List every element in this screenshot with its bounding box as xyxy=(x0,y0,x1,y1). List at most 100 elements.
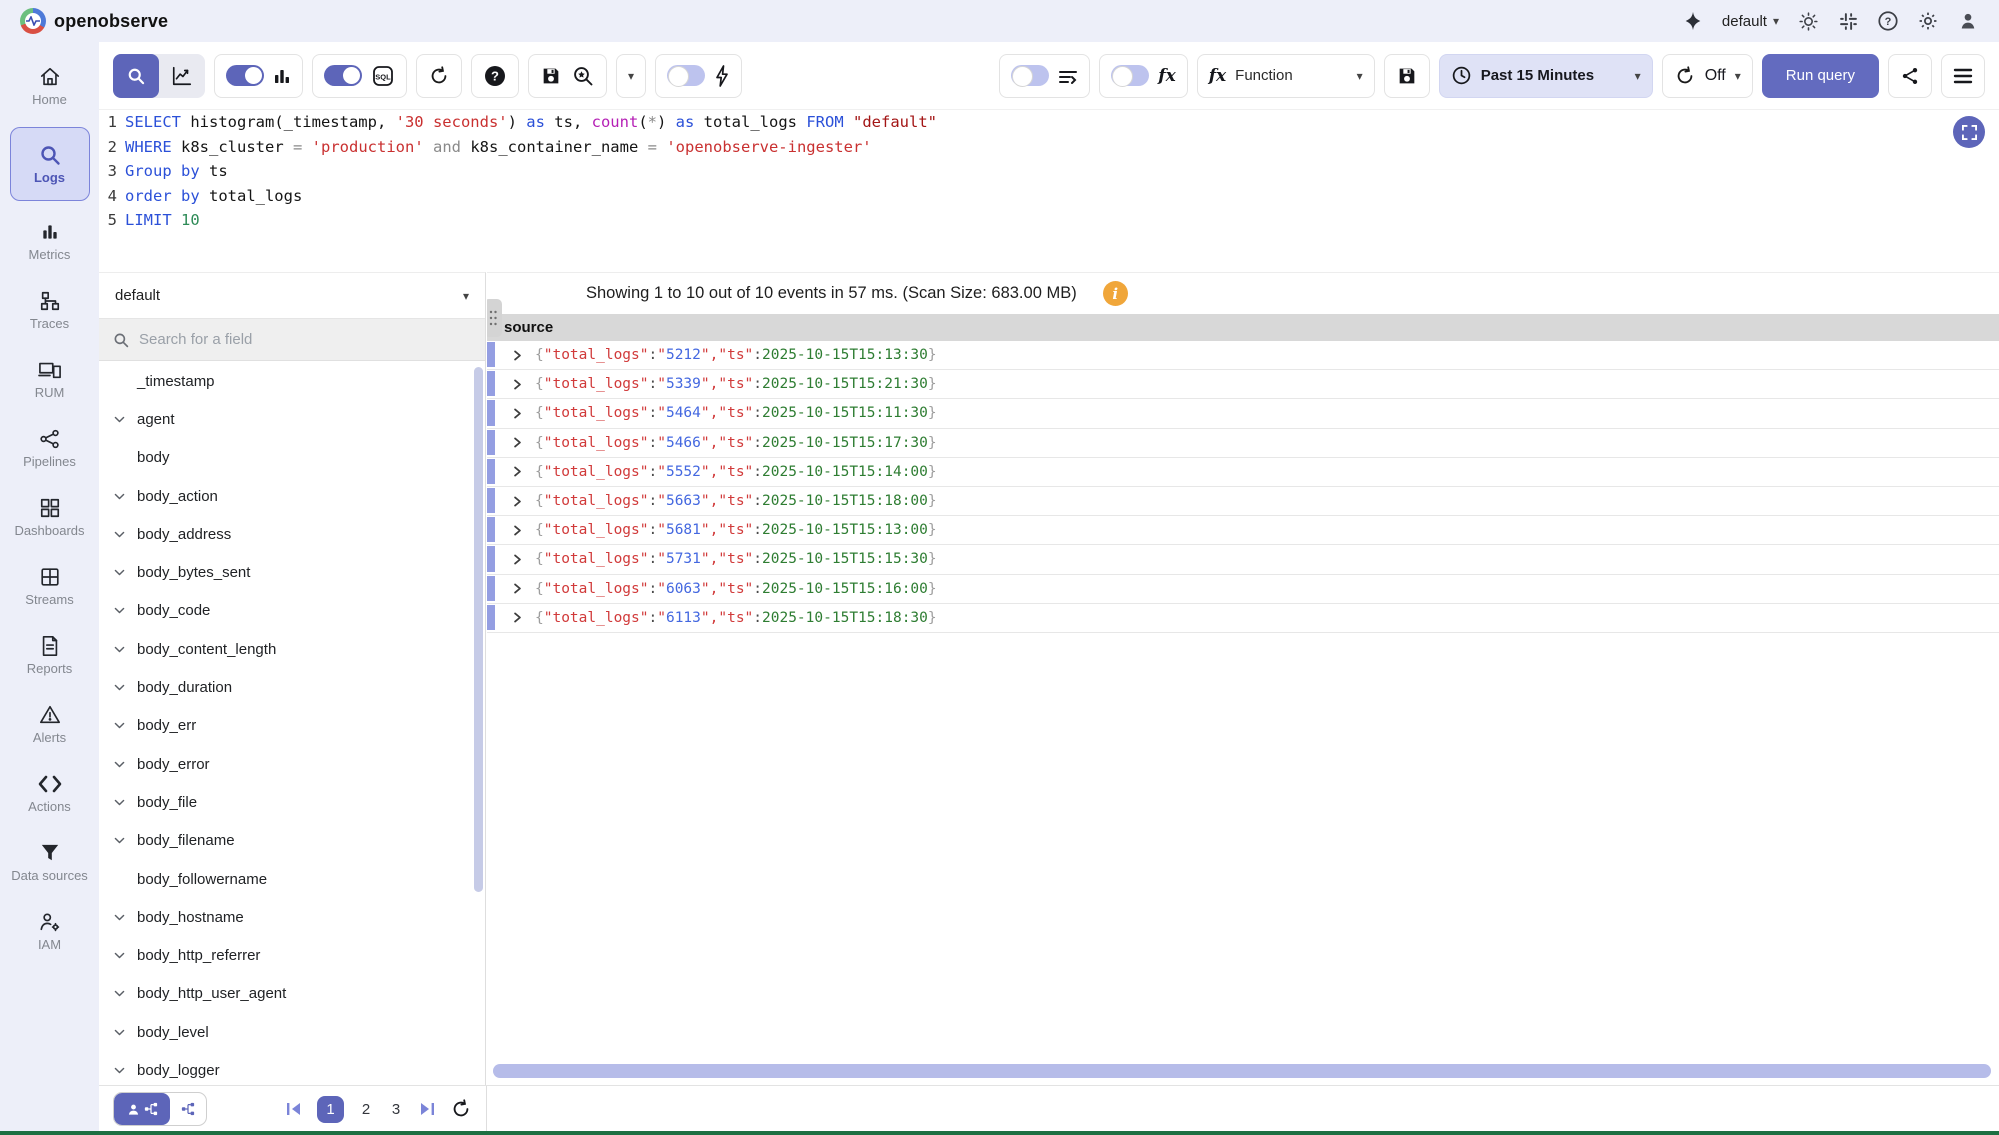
visualize-mode-button[interactable] xyxy=(159,54,205,98)
field-search-input[interactable] xyxy=(139,331,439,348)
sidebar-item-actions[interactable]: Actions xyxy=(3,759,97,828)
expand-row-icon[interactable] xyxy=(512,407,523,420)
field-item-body_err[interactable]: body_err xyxy=(99,707,485,745)
sidebar-item-dashboards[interactable]: Dashboards xyxy=(3,483,97,552)
page-button-2[interactable]: 2 xyxy=(358,1101,374,1118)
ai-sparkle-icon[interactable] xyxy=(1682,10,1704,32)
sidebar-item-pipelines[interactable]: Pipelines xyxy=(3,414,97,483)
query-help-button[interactable]: ? xyxy=(471,54,519,98)
table-row[interactable]: {"total_logs":"5339","ts":2025-10-15T15:… xyxy=(487,370,1999,399)
save-function-button[interactable] xyxy=(1384,54,1430,98)
field-item-body_followername[interactable]: body_followername xyxy=(99,860,485,898)
field-item-body[interactable]: body xyxy=(99,439,485,477)
saved-searches-button[interactable] xyxy=(528,54,607,98)
share-button[interactable] xyxy=(1888,54,1932,98)
sidebar-item-home[interactable]: Home xyxy=(3,52,97,121)
auto-refresh-select[interactable]: Off ▾ xyxy=(1662,54,1753,98)
expand-row-icon[interactable] xyxy=(512,611,523,624)
transform-toggle[interactable] xyxy=(1111,65,1149,86)
field-item-body_code[interactable]: body_code xyxy=(99,592,485,630)
refresh-results-button[interactable] xyxy=(450,1098,472,1120)
table-row[interactable]: {"total_logs":"6113","ts":2025-10-15T15:… xyxy=(487,604,1999,633)
reset-filters-button[interactable] xyxy=(416,54,462,98)
last-page-button[interactable] xyxy=(418,1101,436,1117)
table-row[interactable]: {"total_logs":"5212","ts":2025-10-15T15:… xyxy=(487,341,1999,370)
function-select[interactable]: fx Function ▾ xyxy=(1197,54,1375,98)
table-row[interactable]: {"total_logs":"5663","ts":2025-10-15T15:… xyxy=(487,487,1999,516)
field-item-body_action[interactable]: body_action xyxy=(99,477,485,515)
column-drag-handle[interactable] xyxy=(487,299,502,337)
org-selector[interactable]: default ▾ xyxy=(1722,13,1779,30)
expand-icon xyxy=(1962,125,1977,140)
settings-gear-icon[interactable] xyxy=(1917,10,1939,32)
sql-query-editor[interactable]: 1SELECT histogram(_timestamp, '30 second… xyxy=(99,110,1999,272)
table-row[interactable]: {"total_logs":"5466","ts":2025-10-15T15:… xyxy=(487,429,1999,458)
sidebar-item-metrics[interactable]: Metrics xyxy=(3,207,97,276)
field-item-agent[interactable]: agent xyxy=(99,400,485,438)
sidebar-item-logs[interactable]: Logs xyxy=(10,127,90,201)
field-item-body_file[interactable]: body_file xyxy=(99,783,485,821)
expand-row-icon[interactable] xyxy=(512,349,523,362)
field-item-body_level[interactable]: body_level xyxy=(99,1013,485,1051)
sidebar-item-traces[interactable]: Traces xyxy=(3,276,97,345)
sidebar-item-data-sources[interactable]: Data sources xyxy=(3,828,97,897)
field-item-body_bytes_sent[interactable]: body_bytes_sent xyxy=(99,553,485,591)
expand-row-icon[interactable] xyxy=(512,582,523,595)
histogram-toggle[interactable] xyxy=(226,65,264,86)
run-query-button[interactable]: Run query xyxy=(1762,54,1879,98)
search-mode-button[interactable] xyxy=(113,54,159,98)
more-options-dropdown[interactable]: ▾ xyxy=(616,54,646,98)
sql-code-line[interactable]: 2WHERE k8s_cluster = 'production' and k8… xyxy=(99,135,1999,160)
editor-fullscreen-button[interactable] xyxy=(1953,116,1985,148)
field-item-body_address[interactable]: body_address xyxy=(99,515,485,553)
expand-row-icon[interactable] xyxy=(512,495,523,508)
sidebar-item-streams[interactable]: Streams xyxy=(3,552,97,621)
field-view-user-flow-button[interactable] xyxy=(114,1093,170,1125)
openobserve-logo[interactable]: openobserve xyxy=(20,8,168,34)
theme-light-icon[interactable] xyxy=(1797,10,1819,32)
expand-row-icon[interactable] xyxy=(512,465,523,478)
wrap-lines-toggle[interactable] xyxy=(1011,65,1049,86)
first-page-button[interactable] xyxy=(285,1101,303,1117)
sidebar-item-alerts[interactable]: Alerts xyxy=(3,690,97,759)
sql-code-line[interactable]: 3Group by ts xyxy=(99,159,1999,184)
horizontal-scrollbar[interactable] xyxy=(493,1064,1991,1078)
field-item-body_content_length[interactable]: body_content_length xyxy=(99,630,485,668)
sidebar-item-rum[interactable]: RUM xyxy=(3,345,97,414)
expand-row-icon[interactable] xyxy=(512,524,523,537)
field-item-_timestamp[interactable]: _timestamp xyxy=(99,362,485,400)
field-item-body_error[interactable]: body_error xyxy=(99,745,485,783)
quick-mode-toggle[interactable] xyxy=(667,65,705,86)
table-row[interactable]: {"total_logs":"6063","ts":2025-10-15T15:… xyxy=(487,575,1999,604)
expand-row-icon[interactable] xyxy=(512,378,523,391)
sidebar-item-iam[interactable]: IAM xyxy=(3,897,97,966)
time-range-picker[interactable]: Past 15 Minutes ▾ xyxy=(1439,54,1653,98)
field-item-body_logger[interactable]: body_logger xyxy=(99,1051,485,1085)
field-item-body_http_user_agent[interactable]: body_http_user_agent xyxy=(99,975,485,1013)
sql-mode-toggle[interactable] xyxy=(324,65,362,86)
menu-button[interactable] xyxy=(1941,54,1985,98)
page-button-3[interactable]: 3 xyxy=(388,1101,404,1118)
info-icon[interactable]: i xyxy=(1103,281,1128,306)
field-view-flow-button[interactable] xyxy=(170,1093,206,1125)
field-item-body_duration[interactable]: body_duration xyxy=(99,668,485,706)
fields-panel-scrollbar[interactable] xyxy=(474,367,483,892)
page-button-1[interactable]: 1 xyxy=(317,1096,344,1123)
slack-icon[interactable] xyxy=(1837,10,1859,32)
table-row[interactable]: {"total_logs":"5464","ts":2025-10-15T15:… xyxy=(487,399,1999,428)
table-row[interactable]: {"total_logs":"5552","ts":2025-10-15T15:… xyxy=(487,458,1999,487)
table-row[interactable]: {"total_logs":"5731","ts":2025-10-15T15:… xyxy=(487,545,1999,574)
sql-code-line[interactable]: 4order by total_logs xyxy=(99,184,1999,209)
sql-code-line[interactable]: 5LIMIT 10 xyxy=(99,208,1999,233)
stream-select[interactable]: default ▾ xyxy=(99,273,485,319)
sidebar-item-reports[interactable]: Reports xyxy=(3,621,97,690)
field-item-body_http_referrer[interactable]: body_http_referrer xyxy=(99,936,485,974)
expand-row-icon[interactable] xyxy=(512,553,523,566)
help-icon[interactable]: ? xyxy=(1877,10,1899,32)
sql-code-line[interactable]: 1SELECT histogram(_timestamp, '30 second… xyxy=(99,110,1999,135)
field-item-body_filename[interactable]: body_filename xyxy=(99,822,485,860)
table-row[interactable]: {"total_logs":"5681","ts":2025-10-15T15:… xyxy=(487,516,1999,545)
user-account-icon[interactable] xyxy=(1957,10,1979,32)
expand-row-icon[interactable] xyxy=(512,436,523,449)
field-item-body_hostname[interactable]: body_hostname xyxy=(99,898,485,936)
